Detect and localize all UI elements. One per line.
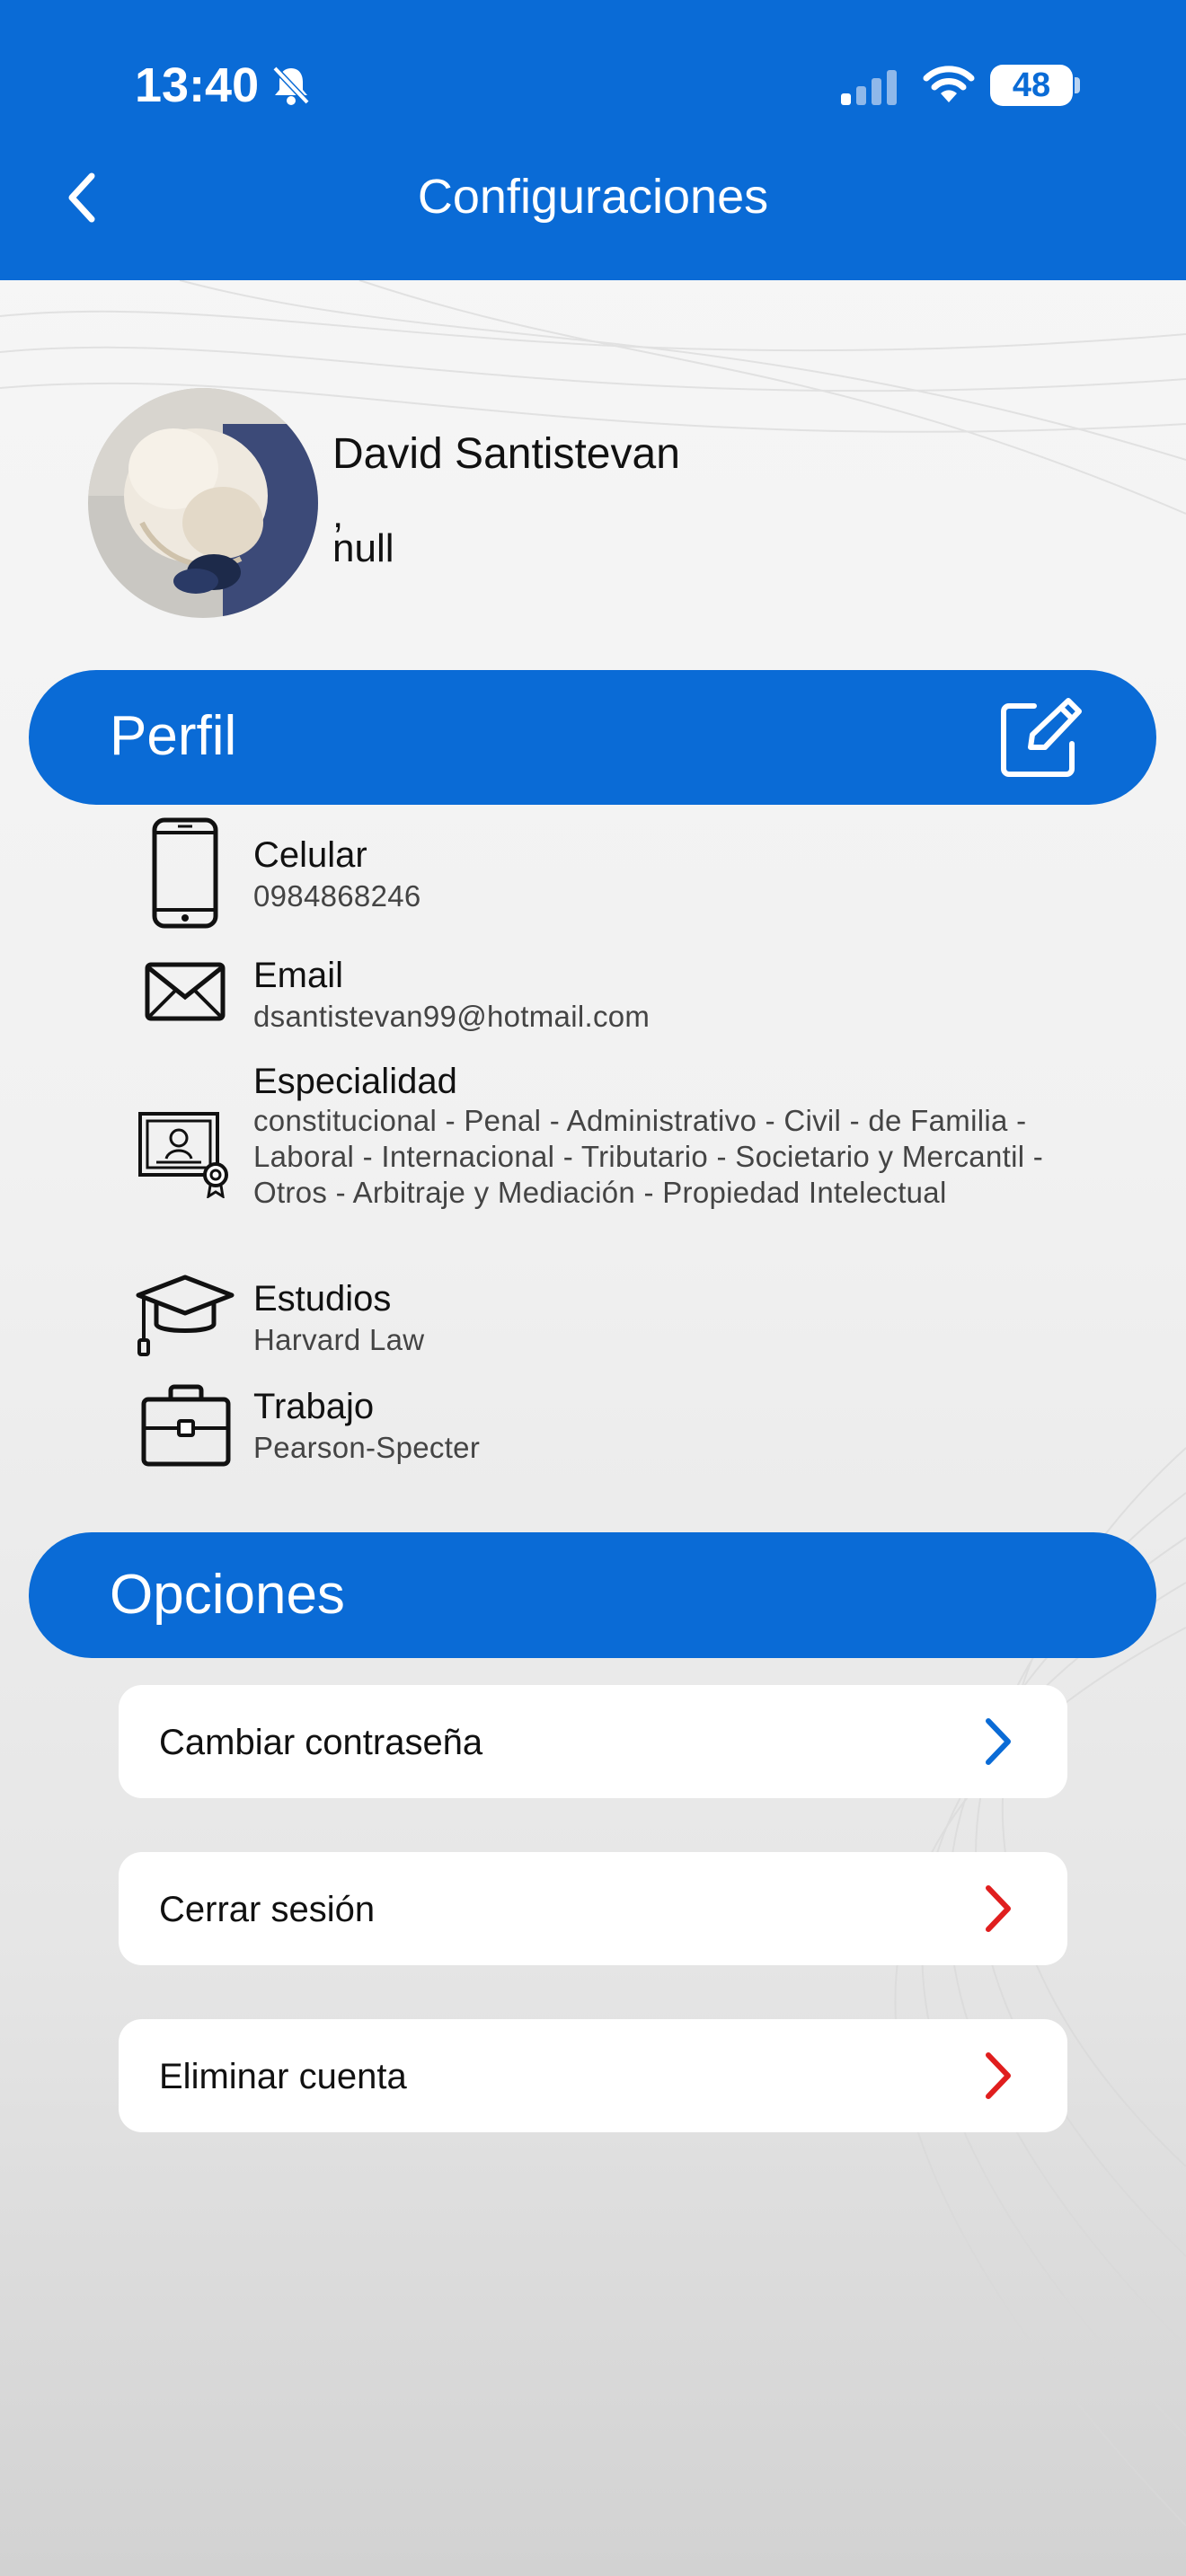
certificate-icon [138, 1112, 228, 1198]
celular-label: Celular [253, 835, 367, 875]
chevron-right-icon [986, 1718, 1011, 1765]
avatar[interactable] [88, 388, 318, 618]
trabajo-value: Pearson-Specter [253, 1431, 481, 1464]
edit-profile-button[interactable] [998, 697, 1084, 780]
option-label: Eliminar cuenta [159, 2057, 407, 2096]
briefcase-icon [141, 1384, 231, 1467]
email-label: Email [253, 956, 344, 995]
chevron-right-icon [986, 2052, 1011, 2099]
opciones-title: Opciones [110, 1564, 345, 1626]
especialidad-label: Especialidad [253, 1062, 457, 1101]
chevron-right-icon [986, 1885, 1011, 1932]
email-value: dsantistevan99@hotmail.com [253, 1000, 651, 1033]
especialidad-value: constitucional - Penal - Administrativo … [253, 1104, 1044, 1209]
perfil-title: Perfil [110, 705, 237, 767]
graduation-cap-icon [136, 1275, 235, 1356]
dog-photo [88, 388, 318, 618]
bell-muted-icon [272, 66, 310, 105]
celular-value: 0984868246 [253, 879, 421, 913]
opciones-header: Opciones [29, 1532, 1156, 1658]
battery-indicator: 48 [990, 65, 1073, 106]
top-bar: 13:40 48 Configuraciones [0, 0, 1186, 280]
battery-level: 48 [1012, 66, 1051, 104]
cerrar-sesion-button[interactable]: Cerrar sesión [119, 1852, 1067, 1965]
phone-icon [152, 817, 218, 929]
eliminar-cuenta-button[interactable]: Eliminar cuenta [119, 2019, 1067, 2132]
option-label: Cambiar contraseña [159, 1723, 483, 1762]
status-time: 13:40 [135, 58, 260, 112]
user-line3: null [332, 526, 394, 570]
trabajo-label: Trabajo [253, 1387, 375, 1426]
estudios-value: Harvard Law [253, 1323, 425, 1356]
estudios-label: Estudios [253, 1279, 392, 1319]
page-title: Configuraciones [417, 170, 769, 224]
option-label: Cerrar sesión [159, 1890, 376, 1929]
cellular-signal-icon [841, 70, 897, 105]
cambiar-contrasena-button[interactable]: Cambiar contraseña [119, 1685, 1067, 1798]
mail-icon [145, 962, 226, 1021]
user-name: David Santistevan [332, 430, 680, 478]
wifi-icon [923, 66, 975, 102]
battery-cap [1075, 77, 1080, 93]
perfil-header: Perfil [29, 670, 1156, 805]
